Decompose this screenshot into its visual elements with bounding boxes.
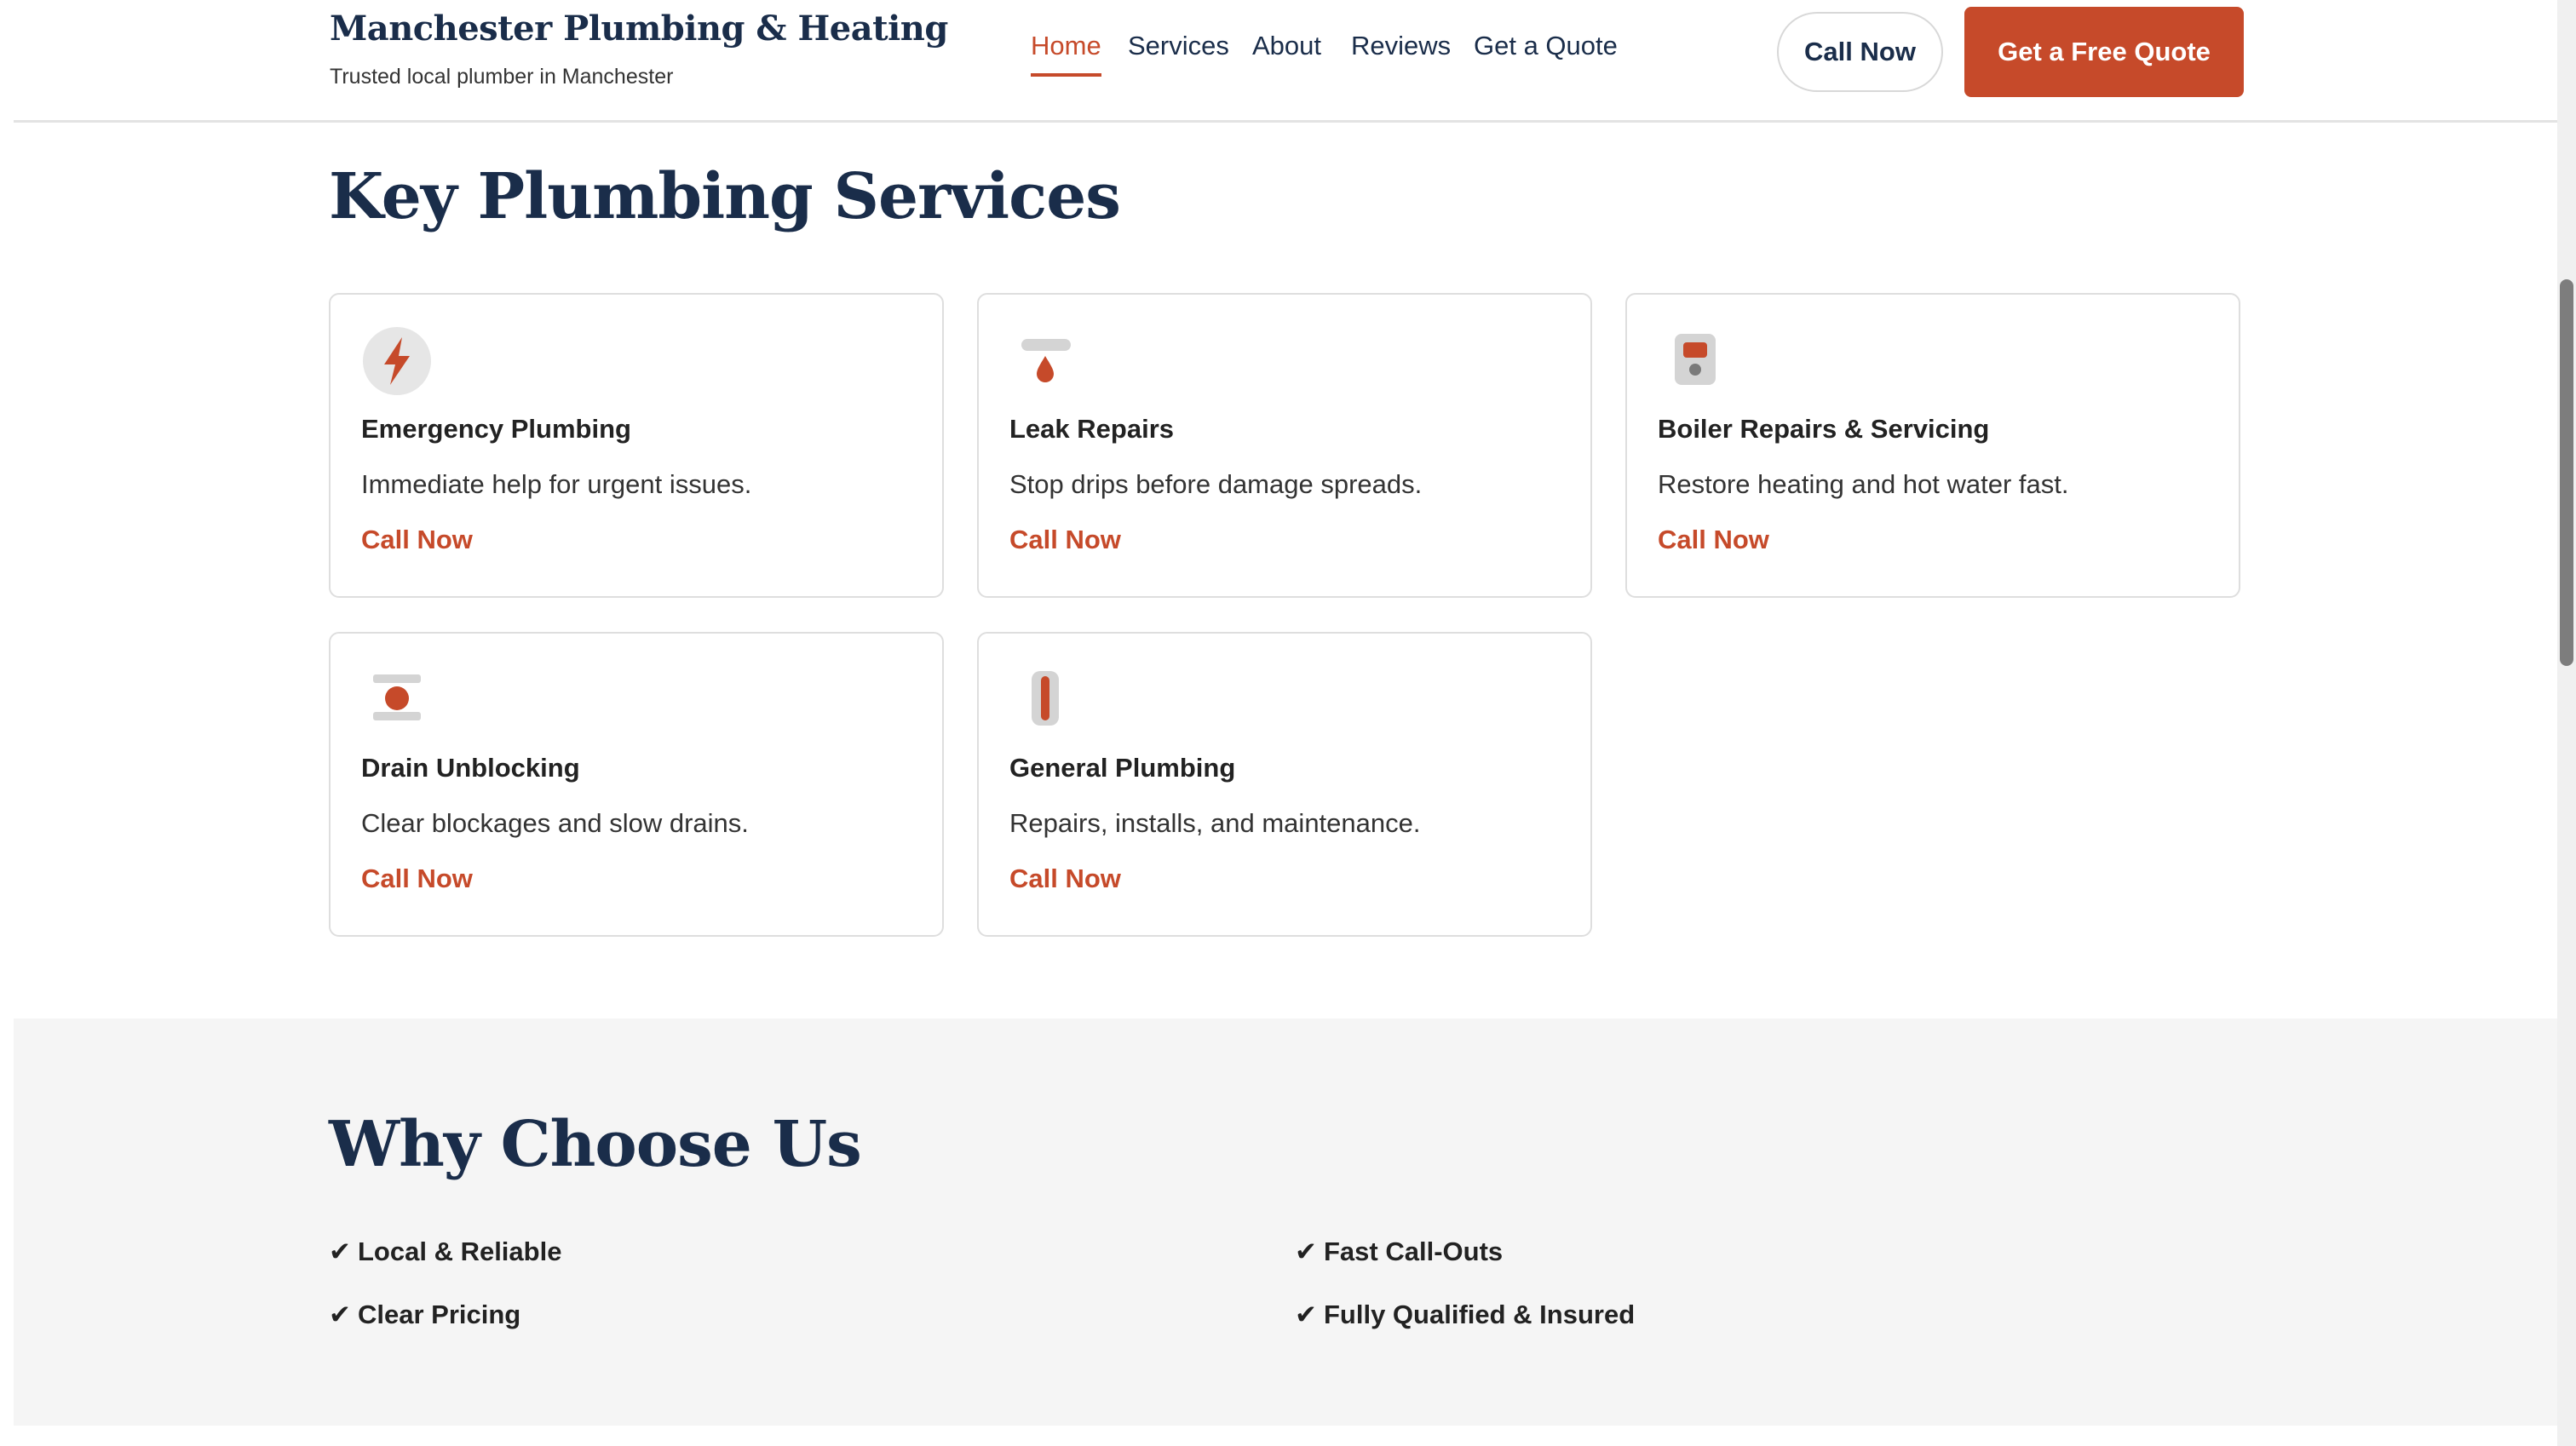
why-item-label: Fast Call-Outs bbox=[1323, 1237, 1504, 1266]
why-item: ✔ Local & Reliable bbox=[329, 1237, 561, 1267]
nav-get-a-quote[interactable]: Get a Quote bbox=[1474, 31, 1618, 61]
why-item: ✔ Fully Qualified & Insured bbox=[1295, 1300, 1635, 1330]
nav-about[interactable]: About bbox=[1252, 31, 1321, 61]
card-call-now-link[interactable]: Call Now bbox=[1009, 864, 1121, 894]
services-heading: Key Plumbing Services bbox=[329, 160, 1121, 233]
card-description: Clear blockages and slow drains. bbox=[361, 808, 749, 838]
service-card-emergency: Emergency Plumbing Immediate help for ur… bbox=[329, 293, 944, 598]
service-card-drain: Drain Unblocking Clear blockages and slo… bbox=[329, 632, 944, 937]
water-drop-icon bbox=[1009, 325, 1081, 397]
card-call-now-link[interactable]: Call Now bbox=[361, 864, 473, 894]
scrollbar-thumb[interactable] bbox=[2560, 279, 2573, 666]
page-scrollbar[interactable] bbox=[2557, 0, 2576, 1446]
checkmark-icon: ✔ bbox=[329, 1300, 351, 1329]
call-now-button[interactable]: Call Now bbox=[1777, 12, 1943, 92]
service-card-boiler: Boiler Repairs & Servicing Restore heati… bbox=[1625, 293, 2240, 598]
card-description: Repairs, installs, and maintenance. bbox=[1009, 808, 1421, 838]
card-description: Stop drips before damage spreads. bbox=[1009, 469, 1423, 499]
card-title: General Plumbing bbox=[1009, 753, 1236, 783]
checkmark-icon: ✔ bbox=[329, 1237, 351, 1266]
card-title: Emergency Plumbing bbox=[361, 414, 631, 444]
why-heading: Why Choose Us bbox=[329, 1108, 862, 1181]
drain-icon bbox=[361, 664, 433, 736]
why-item-label: Fully Qualified & Insured bbox=[1323, 1300, 1636, 1329]
why-item-label: Clear Pricing bbox=[357, 1300, 521, 1329]
nav-home[interactable]: Home bbox=[1031, 31, 1101, 77]
pipe-icon bbox=[1009, 664, 1081, 736]
card-title: Leak Repairs bbox=[1009, 414, 1174, 444]
checkmark-icon: ✔ bbox=[1295, 1237, 1317, 1266]
nav-services[interactable]: Services bbox=[1128, 31, 1229, 61]
why-item-label: Local & Reliable bbox=[357, 1237, 562, 1266]
card-title: Boiler Repairs & Servicing bbox=[1658, 414, 1990, 444]
card-description: Immediate help for urgent issues. bbox=[361, 469, 752, 499]
nav-reviews[interactable]: Reviews bbox=[1351, 31, 1451, 61]
lightning-icon bbox=[361, 325, 433, 397]
service-card-leak: Leak Repairs Stop drips before damage sp… bbox=[977, 293, 1592, 598]
card-title: Drain Unblocking bbox=[361, 753, 580, 783]
card-call-now-link[interactable]: Call Now bbox=[361, 525, 473, 555]
brand-title[interactable]: Manchester Plumbing & Heating bbox=[330, 9, 948, 49]
brand-subtitle: Trusted local plumber in Manchester bbox=[330, 65, 674, 89]
card-call-now-link[interactable]: Call Now bbox=[1009, 525, 1121, 555]
boiler-icon bbox=[1658, 325, 1729, 397]
checkmark-icon: ✔ bbox=[1295, 1300, 1317, 1329]
why-choose-us-section: Why Choose Us ✔ Local & Reliable ✔ Fast Ca… bbox=[14, 1019, 2559, 1426]
why-item: ✔ Clear Pricing bbox=[329, 1300, 520, 1330]
card-call-now-link[interactable]: Call Now bbox=[1658, 525, 1769, 555]
service-card-general: General Plumbing Repairs, installs, and … bbox=[977, 632, 1592, 937]
card-description: Restore heating and hot water fast. bbox=[1658, 469, 2069, 499]
why-item: ✔ Fast Call-Outs bbox=[1295, 1237, 1503, 1267]
site-header: Manchester Plumbing & Heating Trusted lo… bbox=[14, 0, 2559, 123]
get-free-quote-button[interactable]: Get a Free Quote bbox=[1964, 7, 2244, 97]
